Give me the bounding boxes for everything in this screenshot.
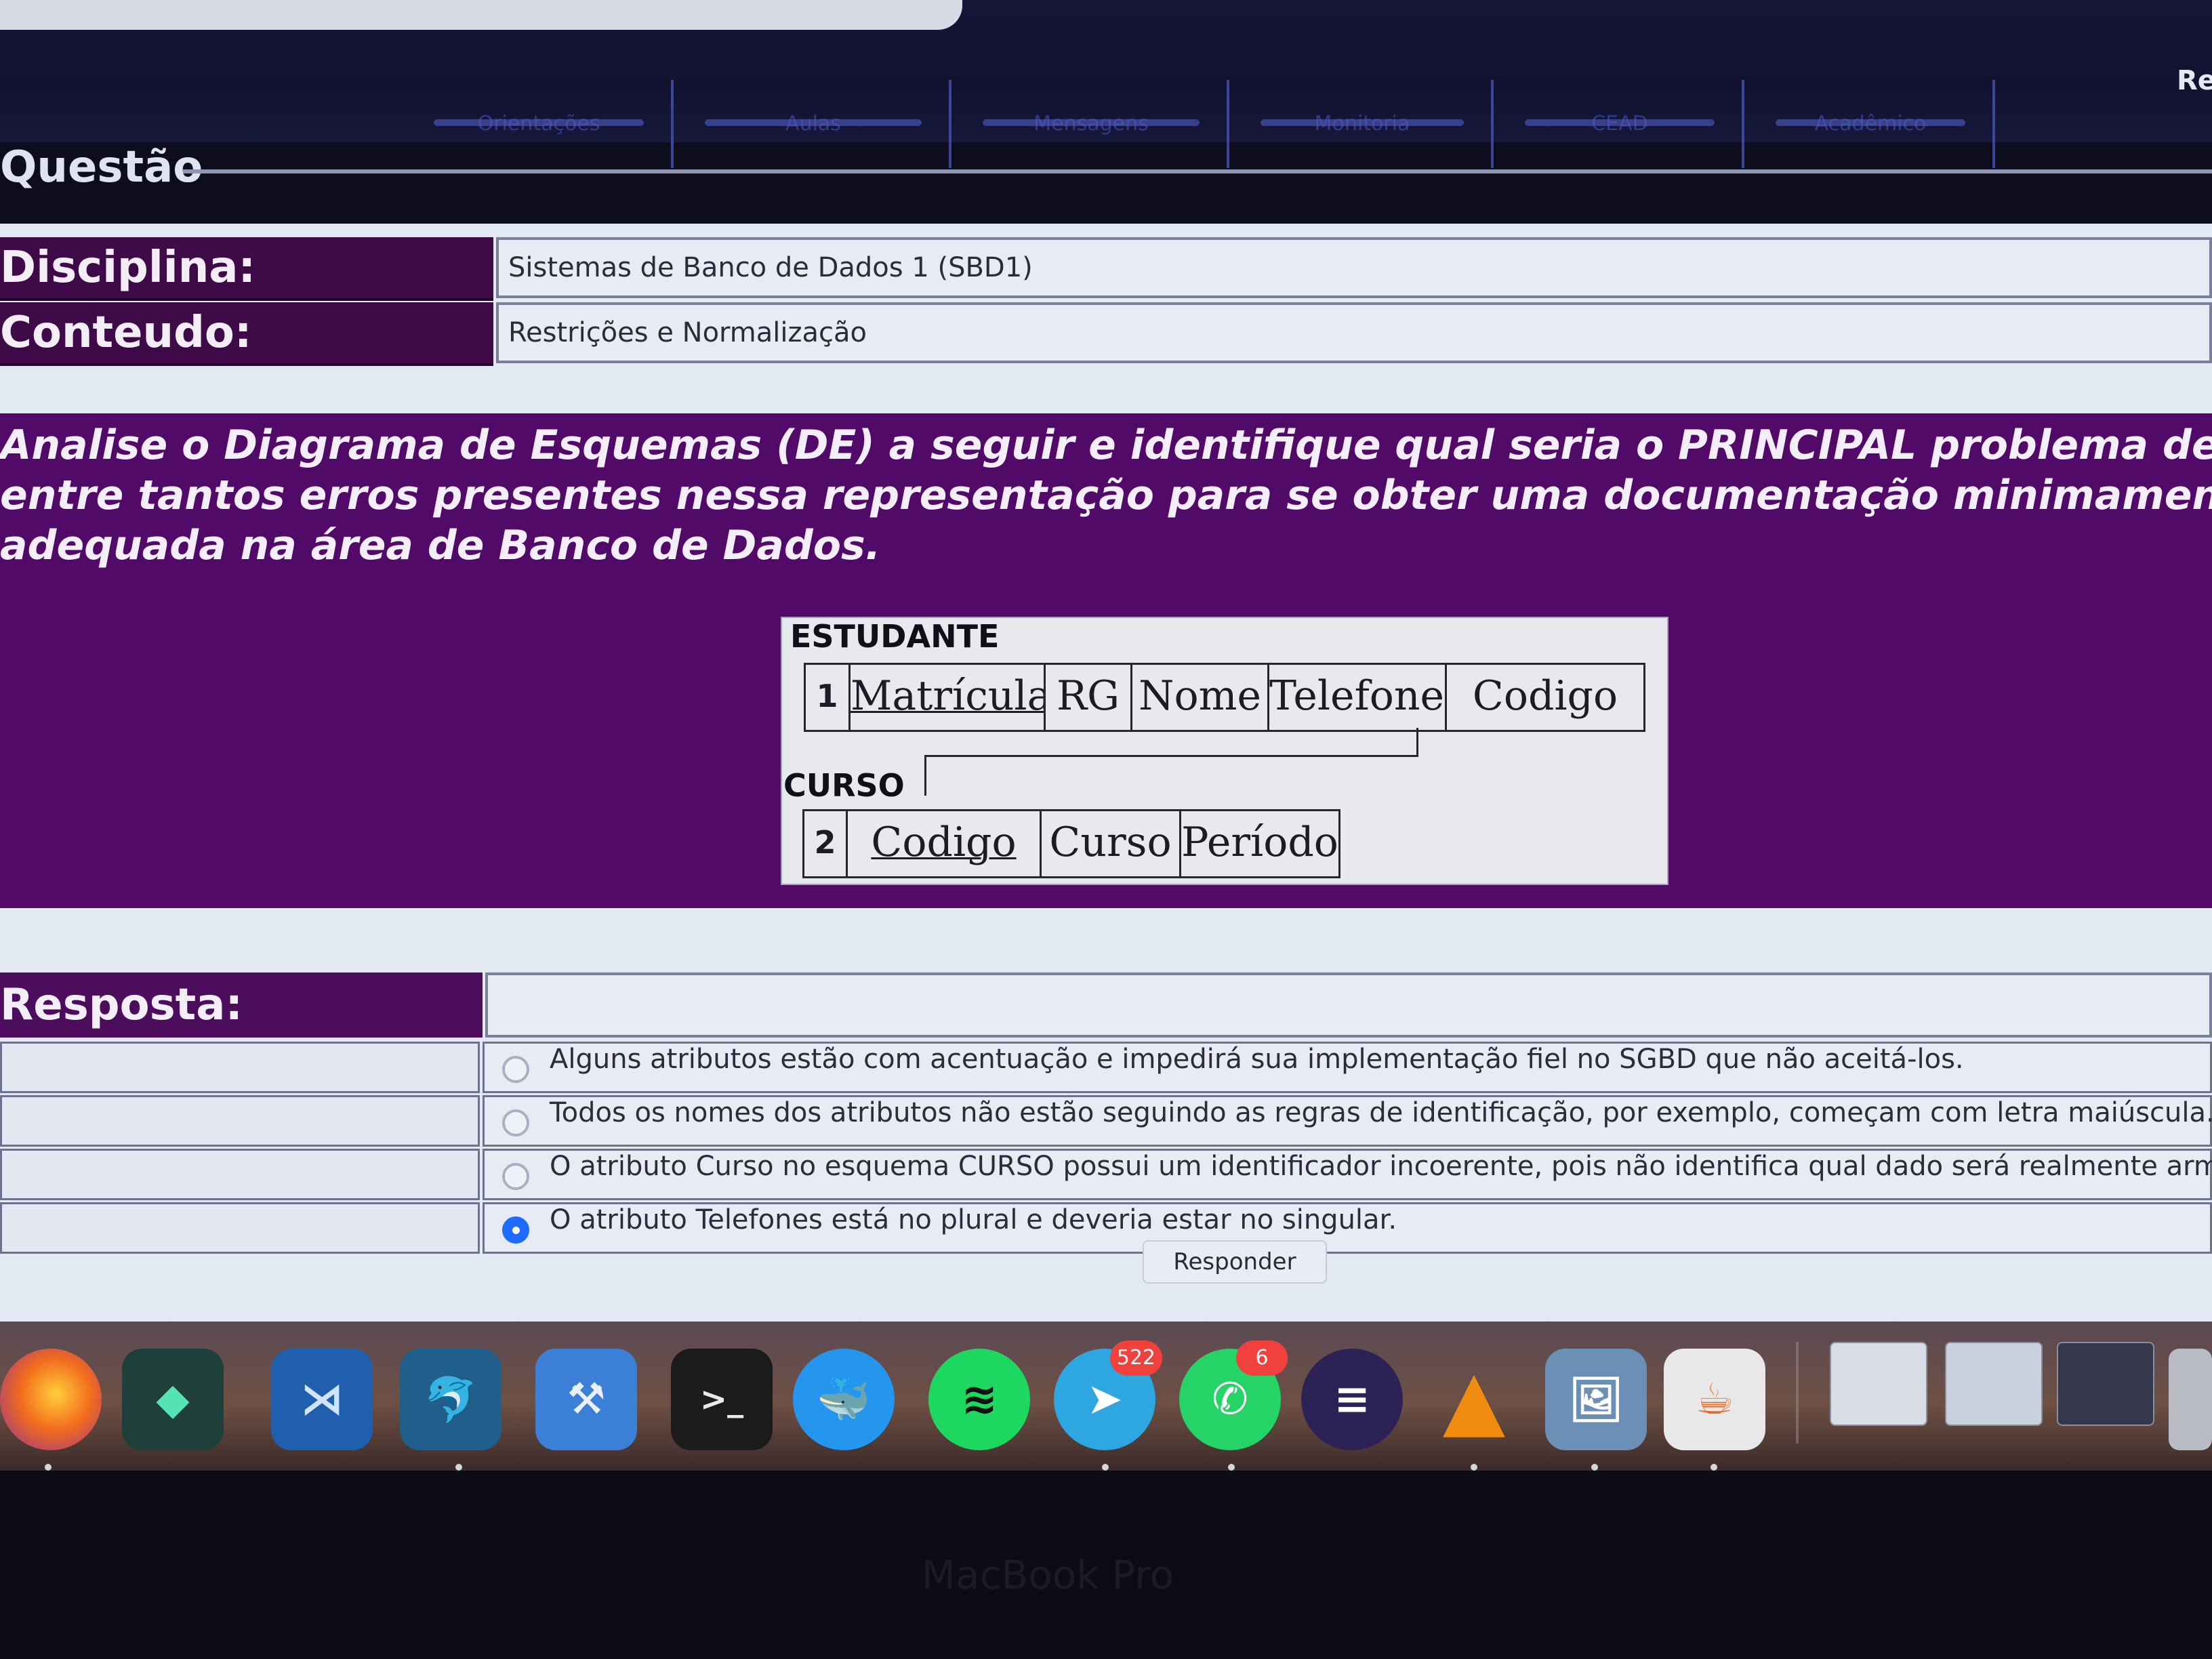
submit-button[interactable]: Responder [1143,1240,1327,1284]
xcode-icon[interactable]: ⚒ [535,1349,637,1450]
content-row: Conteudo: Restrições e Normalização [0,302,2212,366]
nav-tab-mensagens[interactable]: Mensagens [956,80,1229,168]
content-label: Conteudo: [0,302,493,366]
nav-tab-monitoria[interactable]: Monitoria [1233,80,1494,168]
browser-address-bar[interactable] [0,0,962,30]
radio-button[interactable] [502,1163,529,1190]
running-indicator [1471,1464,1477,1471]
curso-number: 2 [804,811,848,876]
tab-glow [1776,119,1965,126]
tab-glow [1261,119,1464,126]
estudante-table: 1 Matrícula RG Nome Telefones Codigo [804,663,1645,732]
mysql-workbench-icon[interactable]: 🐬 [400,1349,501,1450]
option-spacer [0,1202,480,1254]
answer-header: Resposta: [0,972,2212,1038]
screen: Re Orientações Aulas Mensagens Monitoria… [0,0,2212,1659]
answer-option-3[interactable]: O atributo Curso no esquema CURSO possui… [0,1149,2212,1200]
radio-button[interactable] [502,1109,529,1136]
discipline-value: Sistemas de Banco de Dados 1 (SBD1) [496,237,2212,298]
curso-table: 2 Codigo Curso Período [802,809,1340,878]
minimized-window-thumbnail[interactable] [1945,1342,2043,1426]
nav-tab-cead[interactable]: CEAD [1498,80,1744,168]
option-text: Alguns atributos estão com acentuação e … [550,1044,1964,1075]
whatsapp-badge: 6 [1236,1340,1288,1376]
attr-matricula: Matrícula [851,665,1046,730]
telegram-icon[interactable]: ➤ 522 [1054,1340,1162,1450]
nav-tab-academico[interactable]: Acadêmico [1748,80,1995,168]
attr-curso: Curso [1042,811,1181,876]
answer-option-4[interactable]: O atributo Telefones está no plural e de… [0,1202,2212,1254]
answer-option-2[interactable]: Todos os nomes dos atributos não estão s… [0,1095,2212,1147]
nav-tab-aulas[interactable]: Aulas [678,80,951,168]
question-line-3: adequada na área de Banco de Dados. [0,522,881,569]
title-divider [183,169,2212,173]
attr-nome: Nome [1132,665,1269,730]
attr-telefones: Telefones [1269,665,1447,730]
telegram-badge: 522 [1109,1340,1162,1376]
preview-icon[interactable]: 🖼 [1545,1349,1647,1450]
option-spacer [0,1042,480,1093]
question-line-1: Analise o Diagrama de Esquemas (DE) a se… [0,422,2212,469]
terminal-icon[interactable]: >_ [671,1349,773,1450]
site-header: Re Orientações Aulas Mensagens Monitoria… [0,0,2212,192]
spotify-icon[interactable]: ≋ [928,1349,1030,1450]
dock-divider [1796,1342,1799,1443]
option-cell: Alguns atributos estão com acentuação e … [483,1042,2212,1093]
eclipse-icon[interactable]: ≡ [1301,1349,1403,1450]
answer-label: Resposta: [0,972,483,1038]
tab-glow [434,119,644,126]
running-indicator [1711,1464,1717,1471]
option-text: O atributo Telefones está no plural e de… [550,1204,1397,1235]
whatsapp-icon[interactable]: ✆ 6 [1179,1340,1288,1450]
vlc-icon[interactable]: ▲ [1423,1349,1525,1450]
laptop-bezel: MacBook Pro [0,1471,2212,1659]
radio-button[interactable] [502,1056,529,1083]
foreign-key-connector [924,728,1418,757]
browser-corner-label: Re [2177,65,2212,96]
java-icon[interactable]: ☕ [1664,1349,1765,1450]
attr-codigo-pk: Codigo [848,811,1042,876]
question-text: Analise o Diagrama de Esquemas (DE) a se… [0,413,2212,571]
running-indicator [1591,1464,1598,1471]
content-value: Restrições e Normalização [496,302,2212,363]
answer-header-cell [485,972,2212,1038]
discipline-label: Disciplina: [0,237,493,301]
attr-codigo-fk: Codigo [1472,672,1618,720]
tab-glow [1525,119,1715,126]
option-cell: O atributo Curso no esquema CURSO possui… [483,1149,2212,1200]
option-cell: Todos os nomes dos atributos não estão s… [483,1095,2212,1147]
firefox-icon[interactable] [0,1349,102,1450]
tab-glow [983,119,1200,126]
option-text: O atributo Curso no esquema CURSO possui… [550,1151,2212,1182]
estudante-title: ESTUDANTE [790,618,1000,655]
laptop-label: MacBook Pro [922,1552,1174,1598]
running-indicator [45,1464,52,1471]
trash-icon[interactable] [2169,1349,2212,1450]
filmora-icon[interactable]: ◆ [122,1349,224,1450]
running-indicator [1102,1464,1109,1471]
running-indicator [1228,1464,1235,1471]
option-text: Todos os nomes dos atributos não estão s… [550,1097,2212,1128]
answer-option-1[interactable]: Alguns atributos estão com acentuação e … [0,1042,2212,1093]
option-spacer [0,1095,480,1147]
docker-icon[interactable]: 🐳 [793,1349,895,1450]
schema-diagram: ESTUDANTE 1 Matrícula RG Nome Telefones … [781,617,1668,885]
minimized-window-thumbnail[interactable] [2057,1342,2154,1426]
vscode-icon[interactable]: ⋊ [271,1349,373,1450]
option-spacer [0,1149,480,1200]
question-line-2: entre tantos erros presentes nessa repre… [0,472,2212,519]
discipline-row: Disciplina: Sistemas de Banco de Dados 1… [0,237,2212,301]
nav-tab-orientacoes[interactable]: Orientações [407,80,674,168]
option-cell: O atributo Telefones está no plural e de… [483,1202,2212,1254]
estudante-number: 1 [806,665,851,730]
running-indicator [455,1464,462,1471]
attr-periodo: Período [1181,819,1338,866]
curso-title: CURSO [783,767,905,804]
radio-button-selected[interactable] [502,1216,529,1244]
foreign-key-connector-down [924,755,926,796]
minimized-window-thumbnail[interactable] [1830,1342,1927,1426]
page-title: Questão [0,142,203,192]
tab-glow [705,119,922,126]
attr-rg: RG [1046,665,1132,730]
